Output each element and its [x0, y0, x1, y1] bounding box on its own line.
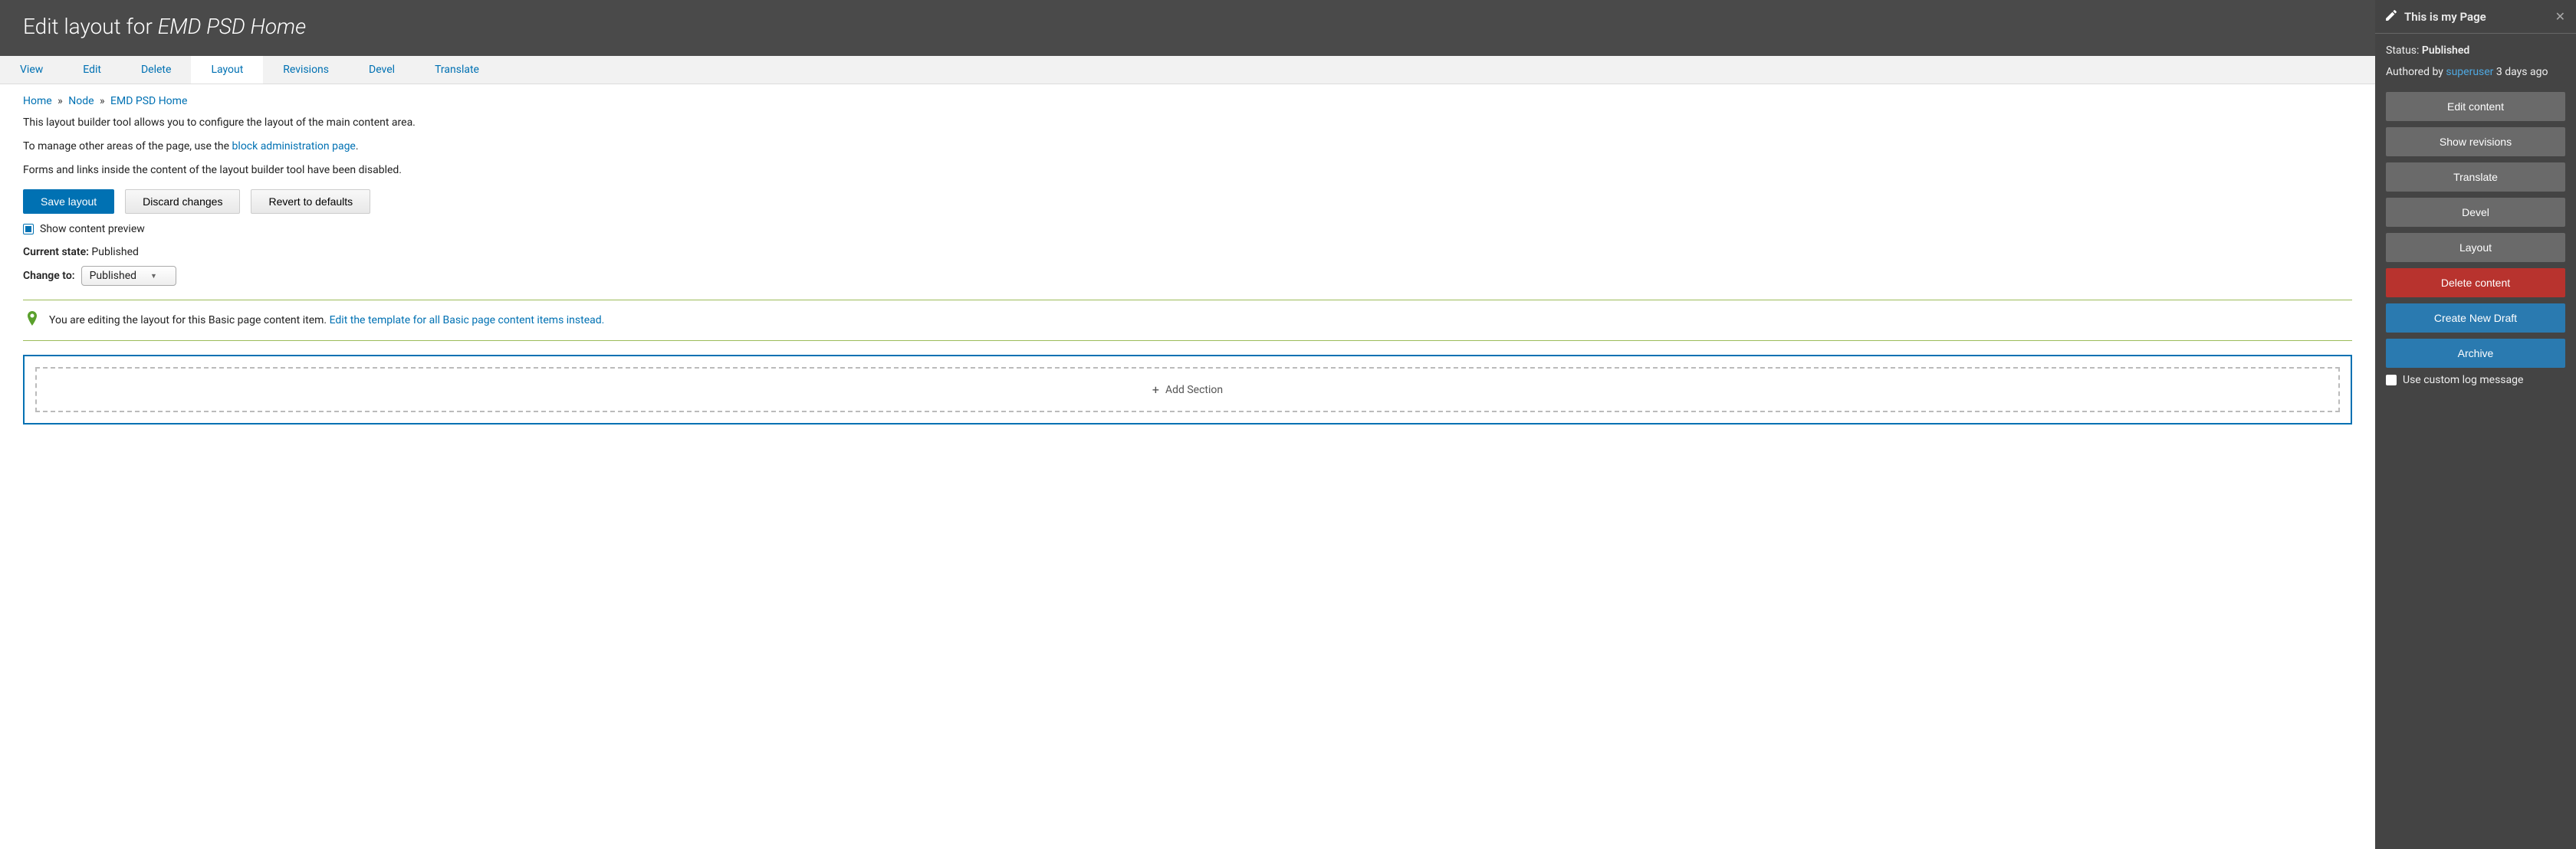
revert-defaults-button[interactable]: Revert to defaults — [251, 189, 370, 214]
breadcrumb-sep: » — [100, 95, 105, 107]
checkbox-checked-icon — [25, 226, 31, 232]
page-header: Edit layout for EMD PSD Home — [0, 0, 2375, 56]
page-title: Edit layout for EMD PSD Home — [23, 14, 2352, 39]
current-state-label: Current state: — [23, 246, 89, 258]
panel-archive-button[interactable]: Archive — [2386, 339, 2565, 368]
tab-revisions[interactable]: Revisions — [263, 56, 349, 84]
side-panel: This is my Page ✕ Status: Published Auth… — [2375, 0, 2576, 849]
breadcrumb-home[interactable]: Home — [23, 95, 52, 107]
panel-show-revisions-button[interactable]: Show revisions — [2386, 127, 2565, 156]
page-title-prefix: Edit layout for — [23, 14, 158, 39]
log-message-label: Use custom log message — [2403, 374, 2523, 386]
tab-layout[interactable]: Layout — [191, 56, 263, 84]
discard-changes-button[interactable]: Discard changes — [125, 189, 240, 214]
panel-create-draft-button[interactable]: Create New Draft — [2386, 303, 2565, 333]
save-layout-button[interactable]: Save layout — [23, 189, 114, 214]
tab-translate[interactable]: Translate — [415, 56, 499, 84]
add-section-button[interactable]: + Add Section — [35, 367, 2340, 412]
panel-layout-button[interactable]: Layout — [2386, 233, 2565, 262]
layout-region: + Add Section — [23, 355, 2352, 424]
breadcrumb-node[interactable]: Node — [68, 95, 94, 107]
pencil-icon — [2386, 10, 2397, 24]
add-section-label: Add Section — [1165, 384, 1223, 396]
show-preview-label: Show content preview — [40, 223, 145, 235]
edit-template-link[interactable]: Edit the template for all Basic page con… — [330, 314, 605, 326]
description-line2: To manage other areas of the page, use t… — [23, 139, 2352, 155]
panel-status-value: Published — [2422, 44, 2469, 57]
panel-title: This is my Page — [2404, 10, 2486, 24]
panel-edit-content-button[interactable]: Edit content — [2386, 92, 2565, 121]
panel-delete-content-button[interactable]: Delete content — [2386, 268, 2565, 297]
log-message-checkbox[interactable] — [2386, 375, 2397, 385]
notice-text: You are editing the layout for this Basi… — [49, 314, 604, 326]
tab-delete[interactable]: Delete — [121, 56, 191, 84]
panel-header: This is my Page ✕ — [2375, 0, 2576, 34]
change-to-row: Change to: Published ▼ — [23, 266, 2352, 286]
show-preview-checkbox[interactable] — [23, 224, 34, 234]
breadcrumb: Home » Node » EMD PSD Home — [23, 95, 2352, 107]
panel-log-checkbox-row: Use custom log message — [2386, 374, 2565, 386]
authored-user-link[interactable]: superuser — [2446, 66, 2493, 78]
page-title-name: EMD PSD Home — [158, 14, 306, 39]
change-to-select[interactable]: Published ▼ — [81, 266, 176, 286]
edit-notice: You are editing the layout for this Basi… — [23, 300, 2352, 341]
close-icon[interactable]: ✕ — [2555, 9, 2565, 24]
panel-status: Status: Published — [2386, 44, 2565, 57]
chevron-down-icon: ▼ — [150, 272, 157, 280]
panel-translate-button[interactable]: Translate — [2386, 162, 2565, 192]
change-to-selected: Published — [90, 270, 136, 282]
panel-authored: Authored by superuser 3 days ago — [2386, 66, 2565, 78]
tab-devel[interactable]: Devel — [349, 56, 415, 84]
tab-view[interactable]: View — [0, 56, 63, 84]
breadcrumb-sep: » — [58, 95, 63, 107]
show-preview-row: Show content preview — [23, 223, 2352, 235]
breadcrumb-current[interactable]: EMD PSD Home — [110, 95, 187, 107]
current-state-value: Published — [91, 246, 138, 258]
block-admin-link[interactable]: block administration page — [232, 140, 356, 152]
description-line1: This layout builder tool allows you to c… — [23, 115, 2352, 131]
change-to-label: Change to: — [23, 270, 75, 282]
panel-devel-button[interactable]: Devel — [2386, 198, 2565, 227]
layout-description: This layout builder tool allows you to c… — [23, 115, 2352, 179]
primary-tabs: View Edit Delete Layout Revisions Devel … — [0, 56, 2375, 84]
plus-icon: + — [1152, 382, 1159, 397]
current-state-row: Current state: Published — [23, 246, 2352, 258]
pin-icon — [26, 311, 38, 329]
action-buttons: Save layout Discard changes Revert to de… — [23, 189, 2352, 214]
description-line3: Forms and links inside the content of th… — [23, 162, 2352, 179]
tab-edit[interactable]: Edit — [63, 56, 121, 84]
